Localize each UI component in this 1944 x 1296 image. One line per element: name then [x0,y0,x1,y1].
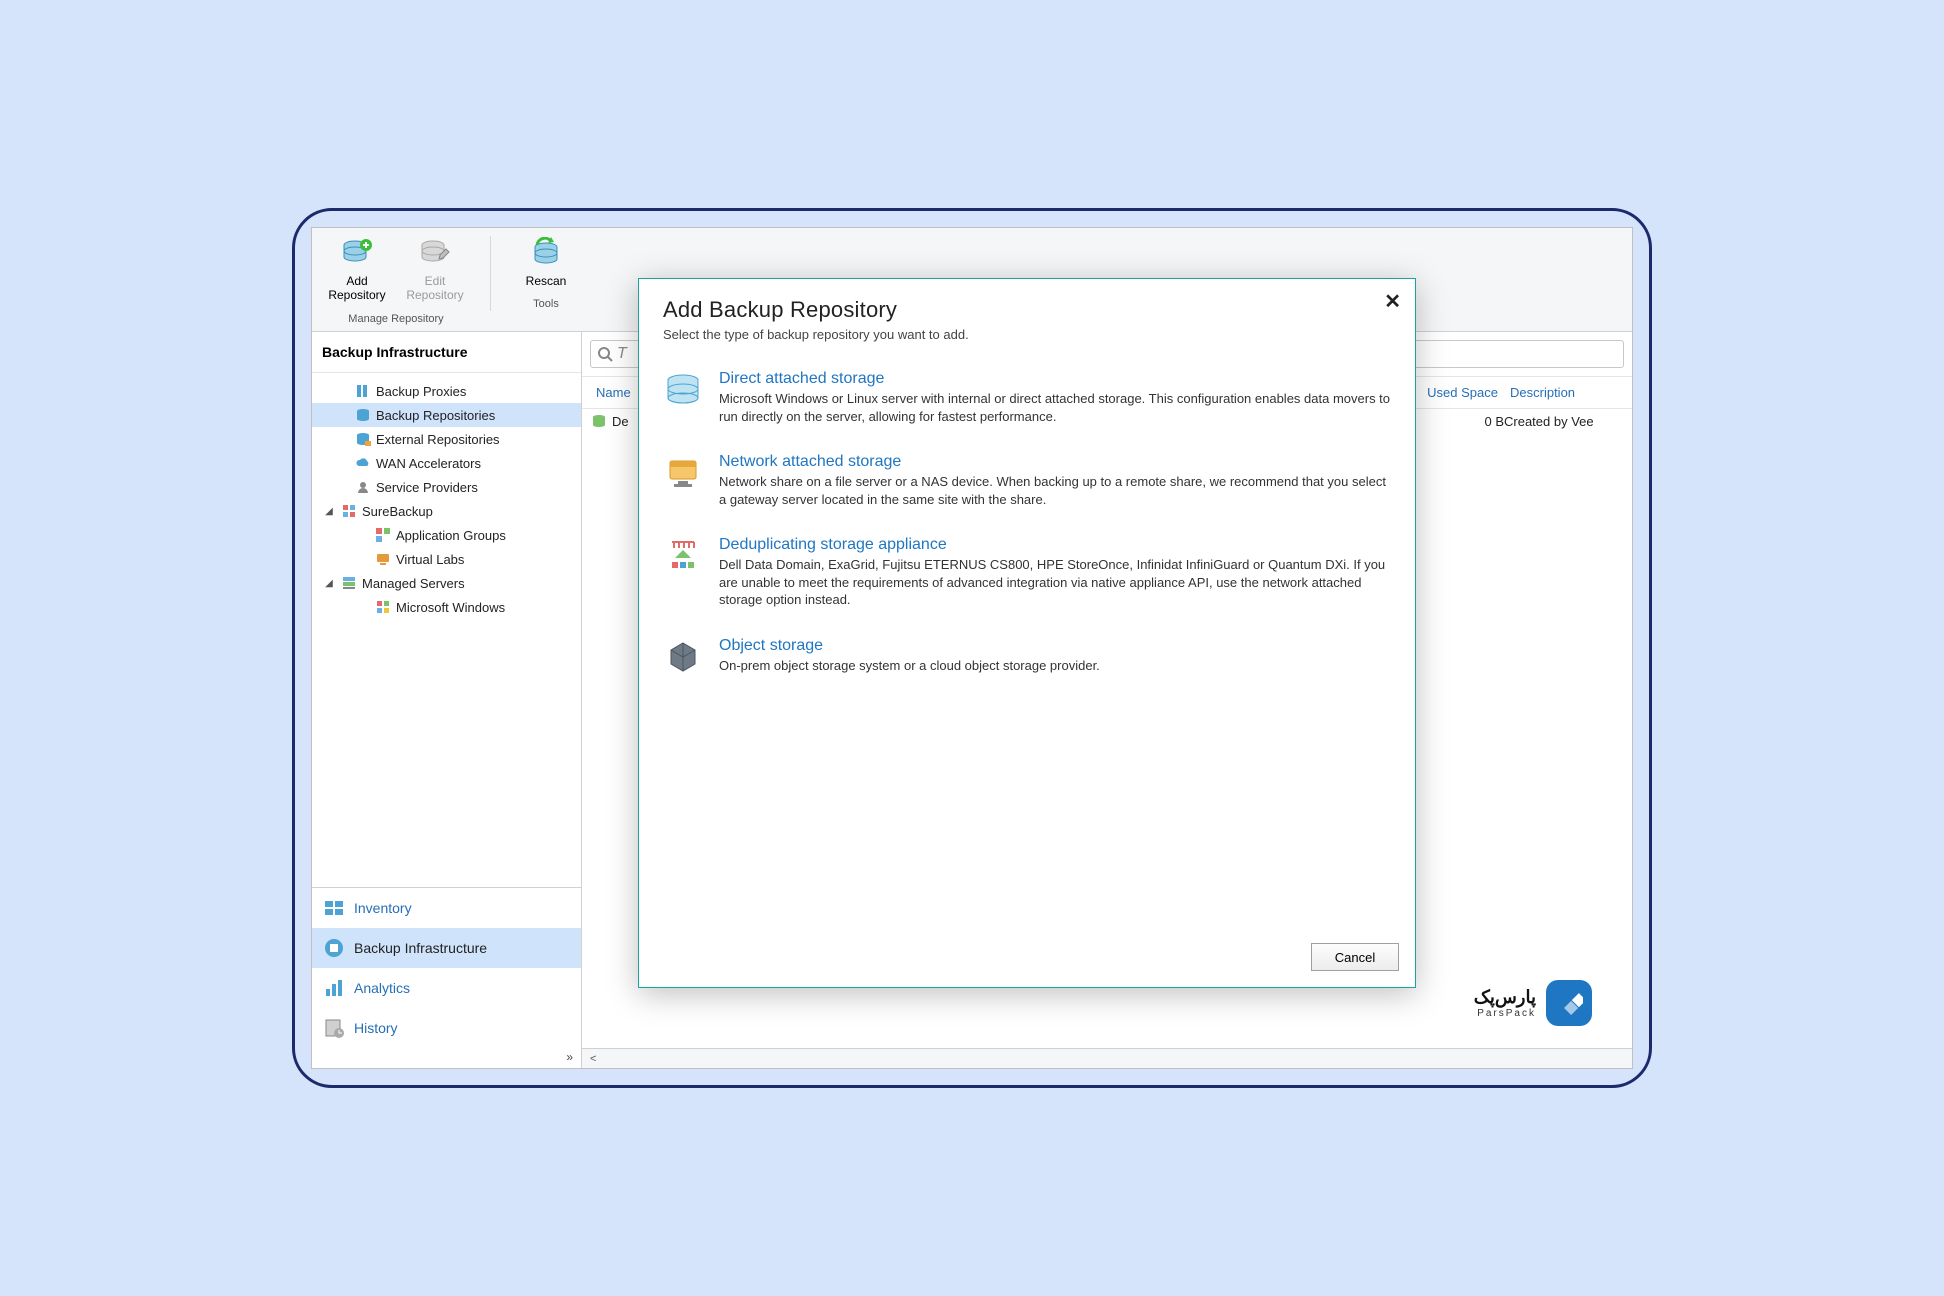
option-title: Object storage [719,637,1100,655]
nav-history[interactable]: History [312,1008,581,1048]
tree-label: WAN Accelerators [376,456,481,471]
dialog-subtitle: Select the type of backup repository you… [663,327,1391,342]
edit-repository-label: Edit Repository [406,274,463,303]
brand-name-en: ParsPack [1474,1008,1536,1019]
nav-label: Analytics [354,980,410,996]
surebackup-icon [340,502,358,520]
tree-external-repositories[interactable]: External Repositories [312,427,581,451]
brand-logo-icon [1546,980,1592,1026]
bottom-nav: Inventory Backup Infrastructure Analytic… [312,887,581,1068]
nav-tree: Backup Proxies Backup Repositories Exter… [312,373,581,887]
search-placeholder: T [617,345,627,363]
option-desc: On-prem object storage system or a cloud… [719,657,1100,675]
provider-icon [354,478,372,496]
option-desc: Dell Data Domain, ExaGrid, Fujitsu ETERN… [719,556,1391,609]
object-storage-icon [663,639,703,679]
database-add-icon [339,236,375,272]
history-icon [322,1016,346,1040]
col-used-space[interactable]: Used Space [1404,381,1504,404]
tree-label: Backup Repositories [376,408,495,423]
option-title: Deduplicating storage appliance [719,536,1391,554]
tree-label: Service Providers [376,480,478,495]
windows-icon [374,598,392,616]
vlab-icon [374,550,392,568]
cloud-icon [354,454,372,472]
tree-label: Managed Servers [362,576,465,591]
infra-icon [322,936,346,960]
collapse-icon[interactable]: ◢ [322,506,336,517]
option-network-attached-storage[interactable]: Network attached storage Network share o… [663,453,1391,508]
inventory-icon [322,896,346,920]
app-window: Add Repository Edit Repository [311,227,1633,1069]
option-title: Network attached storage [719,453,1391,471]
tree-backup-repositories[interactable]: Backup Repositories [312,403,581,427]
option-desc: Microsoft Windows or Linux server with i… [719,390,1391,425]
add-repository-button[interactable]: Add Repository [322,234,392,305]
tree-label: Application Groups [396,528,506,543]
dialog-title: Add Backup Repository [663,297,1391,323]
scroll-left-icon[interactable]: < [586,1053,600,1065]
nav-label: Backup Infrastructure [354,940,487,956]
edit-repository-button[interactable]: Edit Repository [400,234,470,305]
nav-analytics[interactable]: Analytics [312,968,581,1008]
tree-backup-proxies[interactable]: Backup Proxies [312,379,581,403]
collapse-icon[interactable]: ◢ [322,578,336,589]
rescan-button[interactable]: Rescan [511,234,581,290]
repo-row-icon [590,412,608,430]
brand-name-ar: پارس‌پک [1474,987,1536,1008]
nas-icon [663,455,703,495]
option-object-storage[interactable]: Object storage On-prem object storage sy… [663,637,1391,679]
nav-backup-infrastructure[interactable]: Backup Infrastructure [312,928,581,968]
analytics-icon [322,976,346,1000]
add-backup-repository-dialog: Add Backup Repository Select the type of… [638,278,1416,988]
rescan-label: Rescan [526,274,567,288]
tree-surebackup[interactable]: ◢ SureBackup [312,499,581,523]
database-rescan-icon [528,236,564,272]
appgroup-icon [374,526,392,544]
tree-label: Backup Proxies [376,384,466,399]
ribbon-group-tools: Tools [533,294,559,314]
tree-service-providers[interactable]: Service Providers [312,475,581,499]
add-repository-label: Add Repository [328,274,385,303]
status-bar: < [582,1048,1632,1068]
tree-wan-accelerators[interactable]: WAN Accelerators [312,451,581,475]
search-icon [597,346,613,362]
tree-microsoft-windows[interactable]: Microsoft Windows [312,595,581,619]
option-title: Direct attached storage [719,370,1391,388]
cell-used: 0 B [1404,414,1504,429]
nav-label: History [354,1020,398,1036]
close-icon[interactable]: ✕ [1384,289,1401,314]
database-edit-icon [417,236,453,272]
cell-desc: Created by Vee [1504,414,1624,429]
col-description[interactable]: Description [1504,381,1624,404]
tree-virtual-labs[interactable]: Virtual Labs [312,547,581,571]
ribbon-group-manage: Manage Repository [348,309,443,329]
servers-icon [340,574,358,592]
nav-label: Inventory [354,900,412,916]
option-dedup-appliance[interactable]: Deduplicating storage appliance Dell Dat… [663,536,1391,609]
brand-badge: پارس‌پک ParsPack [1474,980,1592,1026]
dedup-icon [663,538,703,578]
tree-application-groups[interactable]: Application Groups [312,523,581,547]
proxy-icon [354,382,372,400]
sidebar-title: Backup Infrastructure [312,332,581,373]
tree-managed-servers[interactable]: ◢ Managed Servers [312,571,581,595]
repository-icon [354,406,372,424]
nav-overflow[interactable]: » [312,1048,581,1068]
option-desc: Network share on a file server or a NAS … [719,473,1391,508]
das-icon [663,372,703,412]
option-direct-attached-storage[interactable]: Direct attached storage Microsoft Window… [663,370,1391,425]
sidebar: Backup Infrastructure Backup Proxies Bac… [312,332,582,1068]
cancel-button[interactable]: Cancel [1311,943,1399,971]
tree-label: Microsoft Windows [396,600,505,615]
tree-label: External Repositories [376,432,500,447]
nav-inventory[interactable]: Inventory [312,888,581,928]
external-repo-icon [354,430,372,448]
tree-label: SureBackup [362,504,433,519]
tree-label: Virtual Labs [396,552,464,567]
